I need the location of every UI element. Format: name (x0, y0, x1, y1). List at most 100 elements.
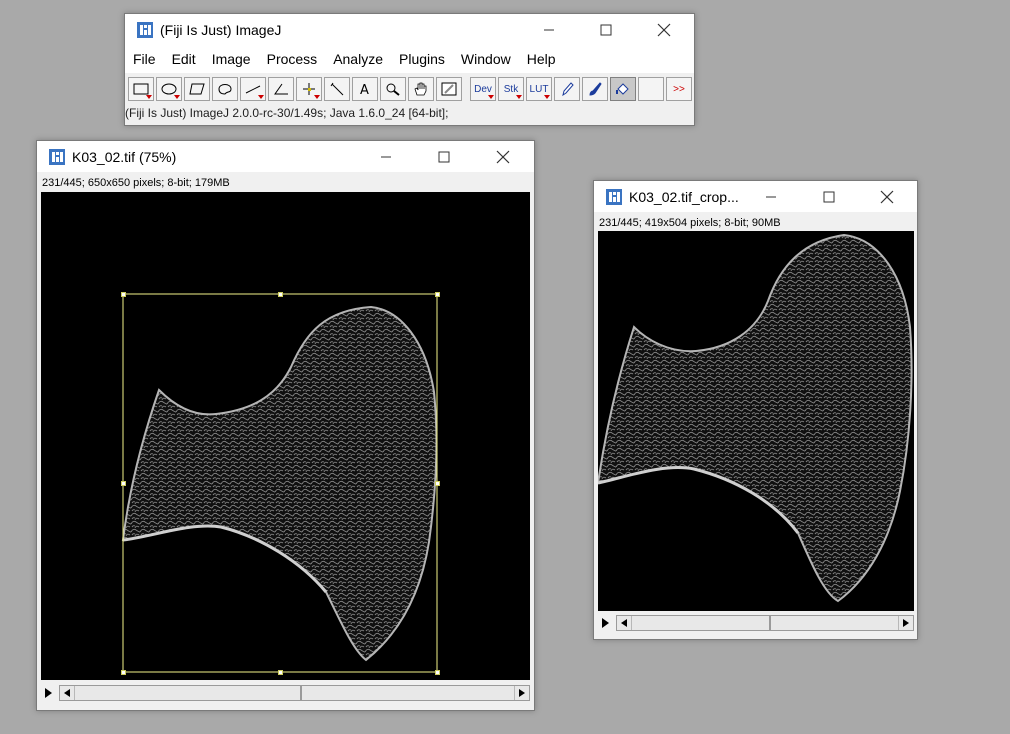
main-window-title: (Fiji Is Just) ImageJ (160, 22, 282, 38)
menu-plugins[interactable]: Plugins (391, 51, 453, 67)
stack-slider[interactable] (616, 615, 914, 631)
arrow-left-icon (64, 689, 70, 697)
toolbar: A Dev Stk LUT >> (125, 75, 694, 103)
more-tools-button[interactable]: >> (666, 77, 692, 101)
menu-analyze[interactable]: Analyze (325, 51, 391, 67)
scroll-left-button[interactable] (60, 686, 75, 700)
selection-handle[interactable] (435, 670, 440, 675)
crosshair-icon (303, 83, 315, 95)
maximize-icon (438, 151, 450, 162)
close-button[interactable] (641, 14, 687, 45)
status-bar: (Fiji Is Just) ImageJ 2.0.0-rc-30/1.49s;… (125, 106, 449, 120)
tool-zoom[interactable] (380, 77, 406, 101)
image2-title: K03_02.tif_crop... (629, 189, 739, 205)
image-window-original: K03_02.tif (75%) 231/445; 650x650 pixels… (36, 140, 535, 711)
selection-handle[interactable] (278, 670, 283, 675)
paint-bucket-icon (616, 83, 629, 95)
menu-help[interactable]: Help (519, 51, 564, 67)
stack-slider-thumb[interactable] (300, 686, 302, 700)
menu-process[interactable]: Process (259, 51, 326, 67)
selection-handle[interactable] (435, 481, 440, 486)
lut-label: LUT (529, 83, 549, 95)
image2-canvas[interactable] (598, 231, 914, 611)
brush-icon (589, 82, 602, 96)
maximize-button[interactable] (583, 14, 629, 45)
bone-specimen (121, 305, 438, 662)
svg-text:A: A (360, 83, 369, 96)
tool-empty-slot[interactable] (638, 77, 664, 101)
selection-handle[interactable] (121, 481, 126, 486)
maximize-button[interactable] (421, 141, 467, 172)
tool-angle[interactable] (268, 77, 294, 101)
minimize-button[interactable] (363, 141, 409, 172)
close-button[interactable] (480, 141, 526, 172)
more-tools-label: >> (673, 83, 685, 95)
bone-specimen (598, 233, 913, 603)
tool-wand[interactable] (324, 77, 350, 101)
menu-edit[interactable]: Edit (164, 51, 204, 67)
tool-dev[interactable]: Dev (470, 77, 496, 101)
tool-stk[interactable]: Stk (498, 77, 524, 101)
stack-slider[interactable] (59, 685, 530, 701)
menu-window[interactable]: Window (453, 51, 519, 67)
image1-titlebar[interactable]: K03_02.tif (75%) (37, 141, 534, 172)
minimize-button[interactable] (526, 14, 572, 45)
tool-options-arrow (146, 95, 152, 99)
tool-color-picker[interactable] (436, 77, 462, 101)
main-titlebar[interactable]: (Fiji Is Just) ImageJ (125, 14, 694, 45)
stk-label: Stk (503, 83, 519, 95)
close-icon (657, 23, 671, 36)
tool-text[interactable]: A (352, 77, 378, 101)
tool-pencil[interactable] (554, 77, 580, 101)
tool-options-arrow (174, 95, 180, 99)
maximize-button[interactable] (806, 181, 852, 212)
play-stack-button[interactable] (602, 618, 609, 628)
tool-line[interactable] (240, 77, 266, 101)
dev-label: Dev (474, 83, 492, 95)
arrow-left-icon (621, 619, 627, 627)
tool-scroll[interactable] (408, 77, 434, 101)
play-stack-button[interactable] (45, 688, 52, 698)
image1-canvas[interactable] (41, 192, 530, 680)
tool-lut[interactable]: LUT (526, 77, 552, 101)
menu-image[interactable]: Image (204, 51, 259, 67)
scroll-right-button[interactable] (514, 686, 529, 700)
hand-icon (414, 82, 427, 96)
stack-slider-thumb[interactable] (769, 616, 771, 630)
image1-stack-controls (41, 683, 530, 703)
text-icon: A (360, 83, 369, 96)
tool-freehand[interactable] (212, 77, 238, 101)
oval-icon (161, 83, 177, 95)
line-icon (245, 85, 261, 94)
tool-options-arrow (516, 95, 522, 99)
minimize-icon (544, 29, 554, 30)
minimize-button[interactable] (748, 181, 794, 212)
selection-handle[interactable] (121, 292, 126, 297)
selection-handle[interactable] (435, 292, 440, 297)
image2-titlebar[interactable]: K03_02.tif_crop... (594, 181, 917, 212)
rectangle-icon (133, 83, 149, 95)
scroll-right-button[interactable] (898, 616, 913, 630)
selection-handle[interactable] (121, 670, 126, 675)
close-button[interactable] (864, 181, 910, 212)
fiji-icon (606, 189, 622, 205)
menubar: File Edit Image Process Analyze Plugins … (125, 45, 694, 73)
color-picker-icon (441, 82, 457, 96)
tool-options-arrow (544, 95, 550, 99)
freehand-icon (218, 84, 232, 95)
magic-wand-icon (330, 82, 344, 96)
bone-image (121, 293, 438, 673)
tool-point[interactable] (296, 77, 322, 101)
tool-oval[interactable] (156, 77, 182, 101)
tool-rectangle[interactable] (128, 77, 154, 101)
scroll-left-button[interactable] (617, 616, 632, 630)
menu-file[interactable]: File (125, 51, 164, 67)
tool-flood-fill[interactable] (610, 77, 636, 101)
tool-polygon[interactable] (184, 77, 210, 101)
tool-options-arrow (488, 95, 494, 99)
cropped-bone-image (598, 233, 913, 603)
selection-handle[interactable] (278, 292, 283, 297)
fiji-icon (137, 22, 153, 38)
angle-icon (274, 83, 288, 95)
tool-brush[interactable] (582, 77, 608, 101)
